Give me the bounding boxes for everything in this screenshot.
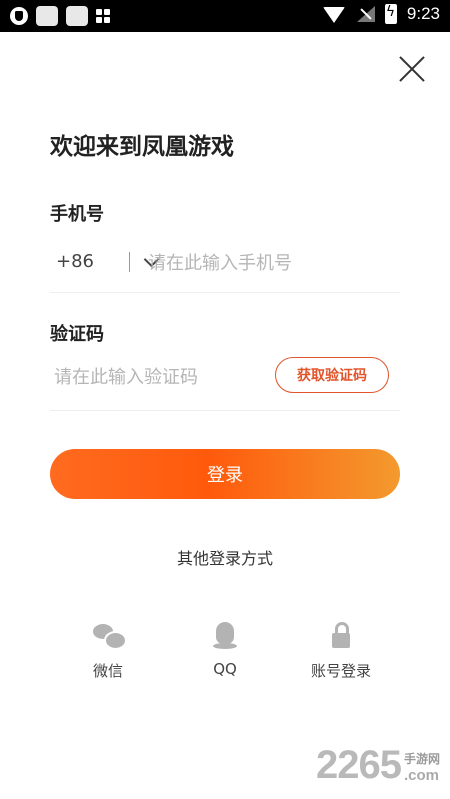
signal-icon <box>355 6 375 22</box>
app-icon <box>66 6 88 26</box>
wifi-icon <box>322 7 345 23</box>
watermark-site-com: .com <box>403 767 439 784</box>
battery-charging-icon <box>384 4 397 24</box>
shield-icon <box>10 7 28 25</box>
code-field-row: 获取验证码 <box>50 355 400 411</box>
grid-icon <box>96 9 110 23</box>
verification-code-input[interactable] <box>52 362 266 392</box>
status-bar-left <box>10 6 110 26</box>
app-icon <box>36 6 58 26</box>
status-time: 9:23 <box>406 4 440 23</box>
phone-field-row: +86 <box>50 240 400 293</box>
phone-input[interactable] <box>146 248 390 278</box>
country-code-selector[interactable]: +86 <box>56 251 94 272</box>
wechat-login-button[interactable]: 微信 <box>58 622 158 681</box>
watermark-number: 2265 <box>316 743 402 787</box>
watermark-side: 手游网 .com <box>404 752 440 785</box>
site-watermark: 2265 手游网 .com <box>316 745 440 785</box>
get-code-button[interactable]: 获取验证码 <box>275 357 389 393</box>
wechat-icon <box>91 622 127 652</box>
qq-login-button[interactable]: QQ <box>175 622 275 678</box>
status-bar-right: 9:23 <box>322 4 440 24</box>
account-login-label: 账号登录 <box>310 662 371 680</box>
qq-label: QQ <box>213 660 237 678</box>
status-bar: 9:23 <box>0 0 450 32</box>
account-login-button[interactable]: 账号登录 <box>291 622 391 681</box>
qq-icon <box>212 622 238 652</box>
lock-icon <box>330 622 352 652</box>
phone-label: 手机号 <box>50 204 104 225</box>
wechat-label: 微信 <box>92 662 123 680</box>
field-divider <box>129 252 130 272</box>
close-icon[interactable] <box>398 55 426 83</box>
page-title: 欢迎来到凤凰游戏 <box>50 134 234 160</box>
code-label: 验证码 <box>50 324 104 345</box>
watermark-site-cn: 手游网 <box>403 752 440 766</box>
other-login-title: 其他登录方式 <box>176 549 273 568</box>
login-button[interactable]: 登录 <box>50 449 400 499</box>
